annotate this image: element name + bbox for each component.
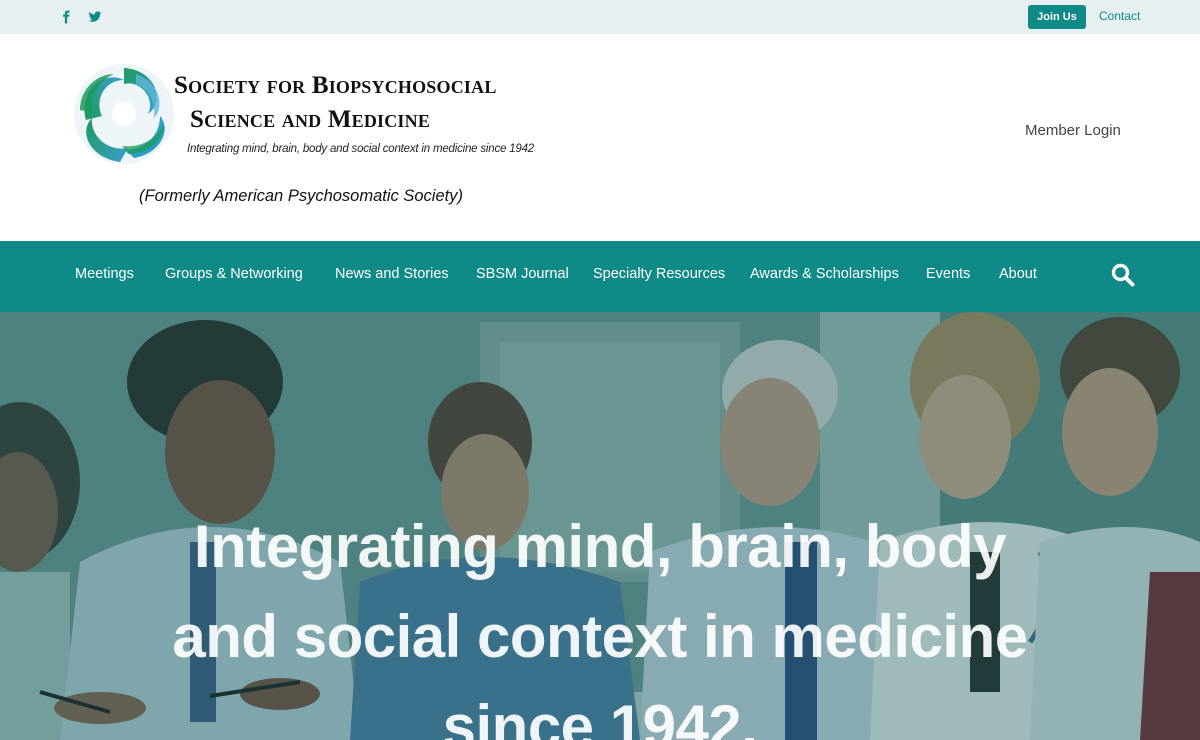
nav-item-groups-networking[interactable]: Groups & Networking	[165, 266, 303, 282]
hero-headline: Integrating mind, brain, body and social…	[172, 513, 1028, 740]
twitter-icon[interactable]	[87, 8, 102, 25]
nav-item-events[interactable]: Events	[926, 266, 970, 282]
social-links	[58, 8, 102, 25]
facebook-icon[interactable]	[58, 8, 73, 25]
contact-link[interactable]: Contact	[1099, 9, 1140, 23]
search-icon[interactable]	[1110, 262, 1136, 288]
nav-item-meetings[interactable]: Meetings	[75, 266, 134, 282]
logo-tagline: Integrating mind, brain, body and social…	[187, 143, 534, 155]
logo-title-line2[interactable]: Science and Medicine	[190, 106, 430, 134]
logo-title-line1[interactable]: Society for Biopsychosocial	[174, 72, 497, 100]
hero-banner: Integrating mind, brain, body and social…	[0, 312, 1200, 740]
member-login-link[interactable]: Member Login	[1025, 122, 1121, 139]
nav-item-specialty-resources[interactable]: Specialty Resources	[593, 266, 725, 282]
main-navigation: Meetings Groups & Networking News and St…	[0, 241, 1200, 312]
join-us-button[interactable]: Join Us	[1028, 5, 1086, 29]
top-utility-bar: Join Us Contact	[0, 0, 1200, 34]
nav-item-news-stories[interactable]: News and Stories	[335, 266, 449, 282]
nav-item-sbsm-journal[interactable]: SBSM Journal	[476, 266, 569, 282]
nav-item-about[interactable]: About	[999, 266, 1037, 282]
former-name-note: (Formerly American Psychosomatic Society…	[139, 187, 463, 205]
nav-item-awards-scholarships[interactable]: Awards & Scholarships	[750, 266, 899, 282]
site-header: Society for Biopsychosocial Science and …	[0, 34, 1200, 241]
society-logo-mark[interactable]	[70, 58, 178, 170]
